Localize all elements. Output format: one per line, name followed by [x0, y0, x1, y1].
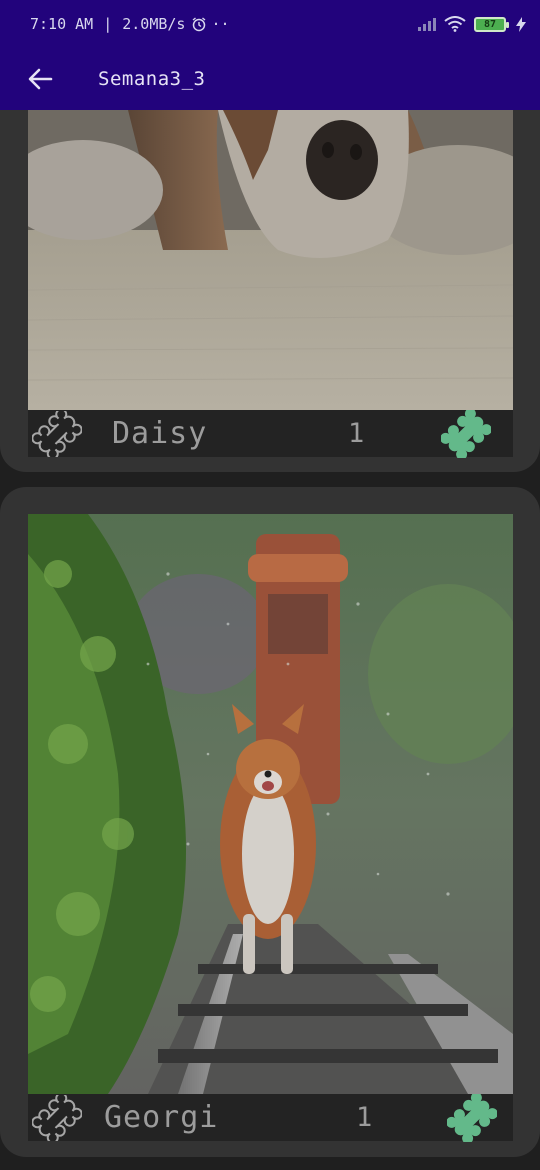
bone-filled-icon [447, 1093, 497, 1142]
dog-name: Georgi [104, 1100, 219, 1135]
wifi-icon [444, 16, 466, 32]
arrow-back-icon [28, 68, 53, 90]
dog-photo [28, 110, 513, 410]
bone-filled-icon [441, 409, 491, 458]
back-button[interactable] [8, 48, 72, 110]
battery-icon: 87 [474, 16, 509, 32]
status-bar: 7:10 AM | 2.0MB/s ·· 87 [0, 0, 540, 48]
rating-bone [28, 1094, 86, 1141]
dog-name: Daisy [112, 416, 208, 451]
charging-icon [516, 16, 526, 32]
signal-icon [418, 17, 436, 31]
like-count: 1 [348, 418, 365, 449]
dog-card: Georgi 1 [0, 487, 540, 1157]
dog-card-footer: Georgi 1 [28, 1093, 513, 1142]
like-count: 1 [356, 1102, 373, 1133]
page-title: Semana3_3 [98, 68, 206, 90]
status-more: ·· [211, 15, 230, 33]
bone-outline-icon [32, 1094, 82, 1141]
dog-card: Daisy 1 [0, 110, 540, 472]
bone-outline-icon [32, 410, 82, 457]
status-time: 7:10 AM [30, 15, 94, 33]
like-button[interactable] [439, 409, 493, 458]
status-right: 87 [418, 16, 526, 32]
like-button[interactable] [445, 1093, 499, 1142]
dog-photo [28, 514, 513, 1094]
status-separator: | [103, 15, 113, 33]
app-toolbar: Semana3_3 [0, 48, 540, 110]
status-left: 7:10 AM | 2.0MB/s ·· [30, 15, 230, 33]
rating-bone [28, 410, 86, 457]
battery-level: 87 [483, 18, 497, 30]
dog-card-footer: Daisy 1 [28, 409, 513, 458]
dog-list[interactable]: Daisy 1 Georgi 1 [0, 110, 540, 1170]
alarm-icon [193, 17, 206, 32]
network-speed: 2.0MB/s [122, 15, 186, 33]
